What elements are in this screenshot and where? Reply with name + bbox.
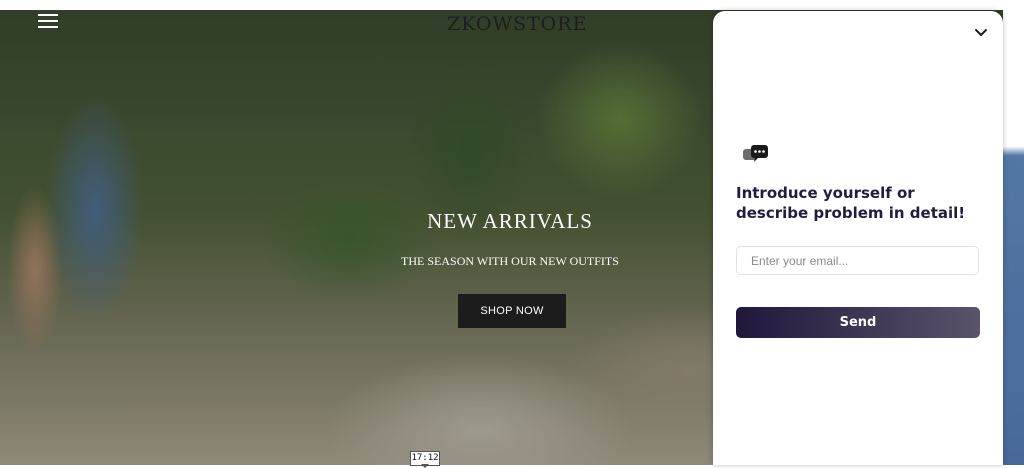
store-logo[interactable]: ZKOWSTORE bbox=[447, 13, 587, 35]
email-input[interactable] bbox=[736, 246, 979, 275]
chat-bubbles-icon bbox=[743, 145, 769, 163]
hero-subtitle: THE SEASON WITH OUR NEW OUTFITS bbox=[401, 254, 619, 268]
chat-widget-panel: Introduce yourself or describe problem i… bbox=[713, 11, 1003, 465]
chevron-down-icon[interactable] bbox=[973, 25, 989, 41]
hamburger-menu-icon[interactable] bbox=[38, 14, 58, 28]
chat-prompt-heading: Introduce yourself or describe problem i… bbox=[736, 184, 966, 222]
hero-title: NEW ARRIVALS bbox=[427, 209, 593, 233]
shop-now-button[interactable]: SHOP NOW bbox=[458, 294, 566, 328]
send-button[interactable]: Send bbox=[736, 307, 980, 338]
top-strip bbox=[0, 0, 1024, 10]
hero-image-edge bbox=[1003, 10, 1024, 465]
